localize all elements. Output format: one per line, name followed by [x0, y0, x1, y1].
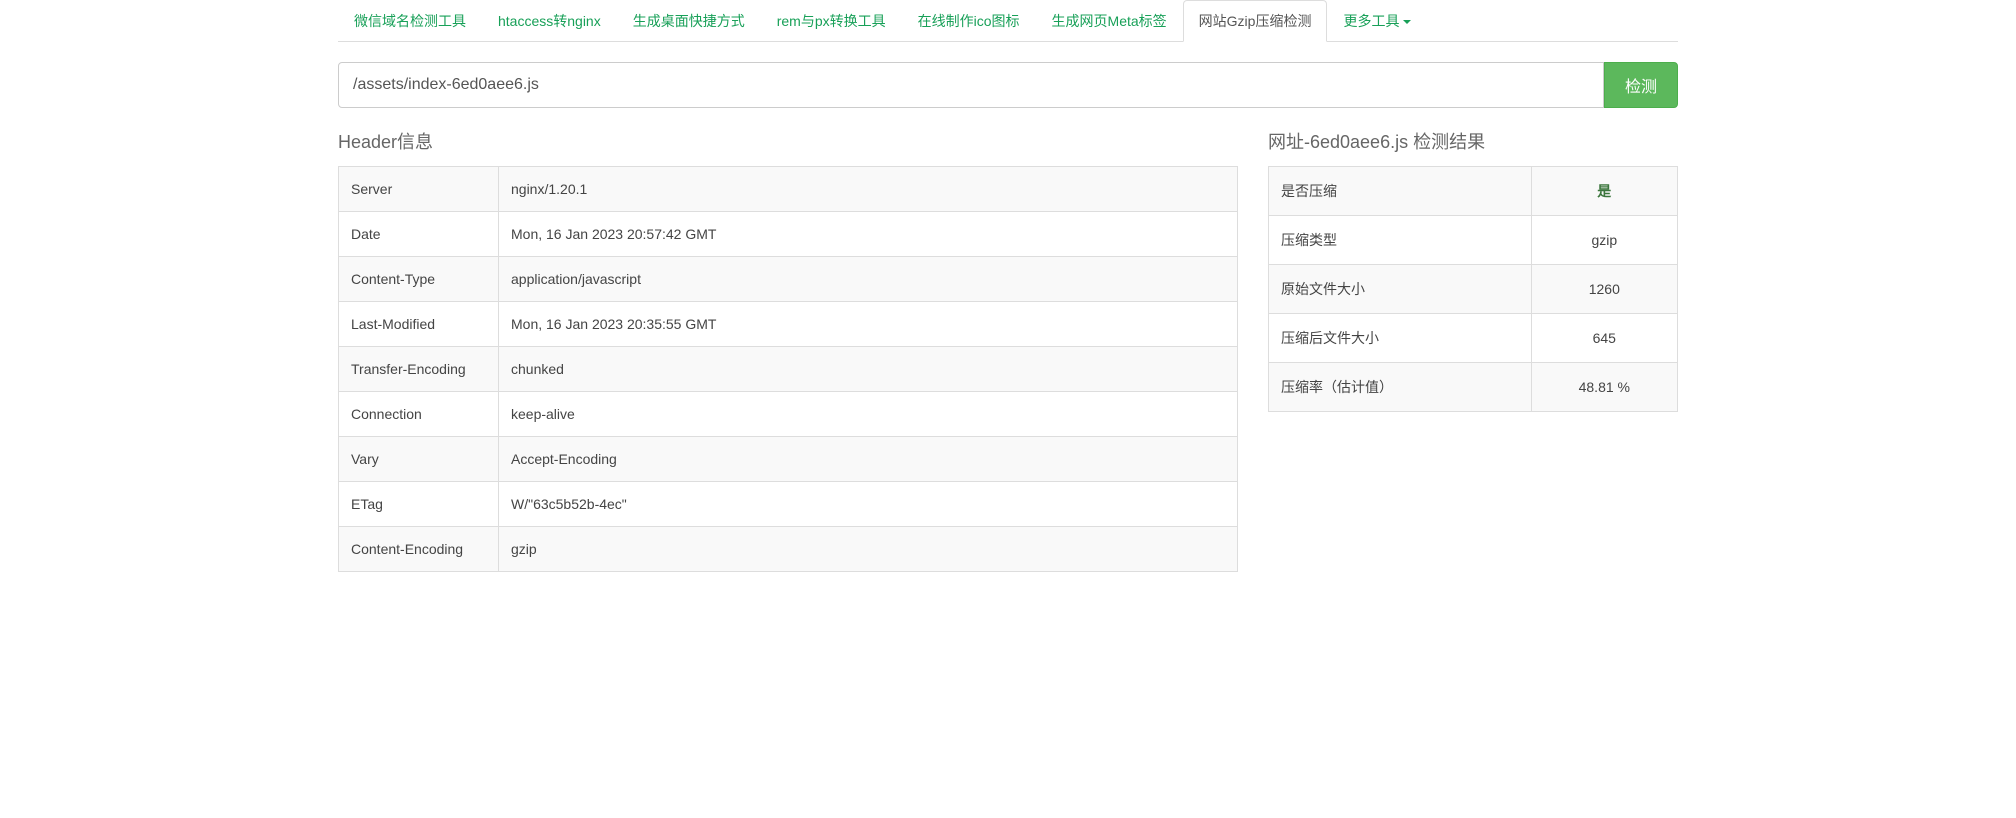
table-row: ETagW/"63c5b52b-4ec"	[339, 482, 1238, 527]
header-value: chunked	[499, 347, 1238, 392]
result-value: 645	[1531, 314, 1677, 363]
tab-meta[interactable]: 生成网页Meta标签	[1036, 0, 1183, 42]
result-title-suffix: 检测结果	[1408, 132, 1485, 152]
header-value: Mon, 16 Jan 2023 20:57:42 GMT	[499, 212, 1238, 257]
tab-more-tools[interactable]: 更多工具	[1327, 0, 1427, 42]
table-row: Content-Encodinggzip	[339, 527, 1238, 572]
header-key: Server	[339, 167, 499, 212]
table-row: Transfer-Encodingchunked	[339, 347, 1238, 392]
header-key: Vary	[339, 437, 499, 482]
tab-desktop-shortcut[interactable]: 生成桌面快捷方式	[617, 0, 761, 42]
table-row: Content-Typeapplication/javascript	[339, 257, 1238, 302]
tab-rem-px[interactable]: rem与px转换工具	[761, 0, 902, 42]
table-row: 是否压缩是	[1269, 167, 1678, 216]
detect-button[interactable]: 检测	[1604, 62, 1678, 108]
result-value: 48.81 %	[1531, 363, 1677, 412]
table-row: 原始文件大小1260	[1269, 265, 1678, 314]
table-row: Servernginx/1.20.1	[339, 167, 1238, 212]
header-value: Accept-Encoding	[499, 437, 1238, 482]
header-value: gzip	[499, 527, 1238, 572]
result-key: 原始文件大小	[1269, 265, 1532, 314]
result-key: 压缩类型	[1269, 216, 1532, 265]
header-key: Content-Encoding	[339, 527, 499, 572]
header-key: Last-Modified	[339, 302, 499, 347]
chevron-down-icon	[1403, 20, 1411, 24]
result-value: gzip	[1531, 216, 1677, 265]
result-section-title: 网址-6ed0aee6.js 检测结果	[1268, 128, 1678, 154]
result-key: 压缩率（估计值）	[1269, 363, 1532, 412]
result-value: 是	[1531, 167, 1677, 216]
table-row: Connectionkeep-alive	[339, 392, 1238, 437]
tab-gzip[interactable]: 网站Gzip压缩检测	[1183, 0, 1328, 42]
header-section-title: Header信息	[338, 128, 1238, 154]
table-row: DateMon, 16 Jan 2023 20:57:42 GMT	[339, 212, 1238, 257]
header-table: Servernginx/1.20.1DateMon, 16 Jan 2023 2…	[338, 166, 1238, 572]
result-value: 1260	[1531, 265, 1677, 314]
tab-ico[interactable]: 在线制作ico图标	[902, 0, 1036, 42]
result-title-prefix: 网址	[1268, 132, 1304, 152]
result-title-mid: -6ed0aee6.js	[1304, 132, 1408, 152]
header-value: Mon, 16 Jan 2023 20:35:55 GMT	[499, 302, 1238, 347]
result-key: 压缩后文件大小	[1269, 314, 1532, 363]
table-row: 压缩后文件大小645	[1269, 314, 1678, 363]
result-key: 是否压缩	[1269, 167, 1532, 216]
tab-more-label: 更多工具	[1343, 13, 1399, 29]
header-key: ETag	[339, 482, 499, 527]
tab-wechat-domain[interactable]: 微信域名检测工具	[338, 0, 482, 42]
header-key: Transfer-Encoding	[339, 347, 499, 392]
header-key: Content-Type	[339, 257, 499, 302]
table-row: Last-ModifiedMon, 16 Jan 2023 20:35:55 G…	[339, 302, 1238, 347]
result-table: 是否压缩是压缩类型gzip原始文件大小1260压缩后文件大小645压缩率（估计值…	[1268, 166, 1678, 412]
tab-htaccess-nginx[interactable]: htaccess转nginx	[482, 0, 617, 42]
header-value: W/"63c5b52b-4ec"	[499, 482, 1238, 527]
table-row: 压缩率（估计值）48.81 %	[1269, 363, 1678, 412]
header-value: nginx/1.20.1	[499, 167, 1238, 212]
nav-tabs: 微信域名检测工具 htaccess转nginx 生成桌面快捷方式 rem与px转…	[338, 0, 1678, 42]
header-value: keep-alive	[499, 392, 1238, 437]
url-input-group: 检测	[338, 62, 1678, 108]
header-value: application/javascript	[499, 257, 1238, 302]
url-input[interactable]	[338, 62, 1604, 108]
header-key: Connection	[339, 392, 499, 437]
table-row: VaryAccept-Encoding	[339, 437, 1238, 482]
table-row: 压缩类型gzip	[1269, 216, 1678, 265]
header-key: Date	[339, 212, 499, 257]
